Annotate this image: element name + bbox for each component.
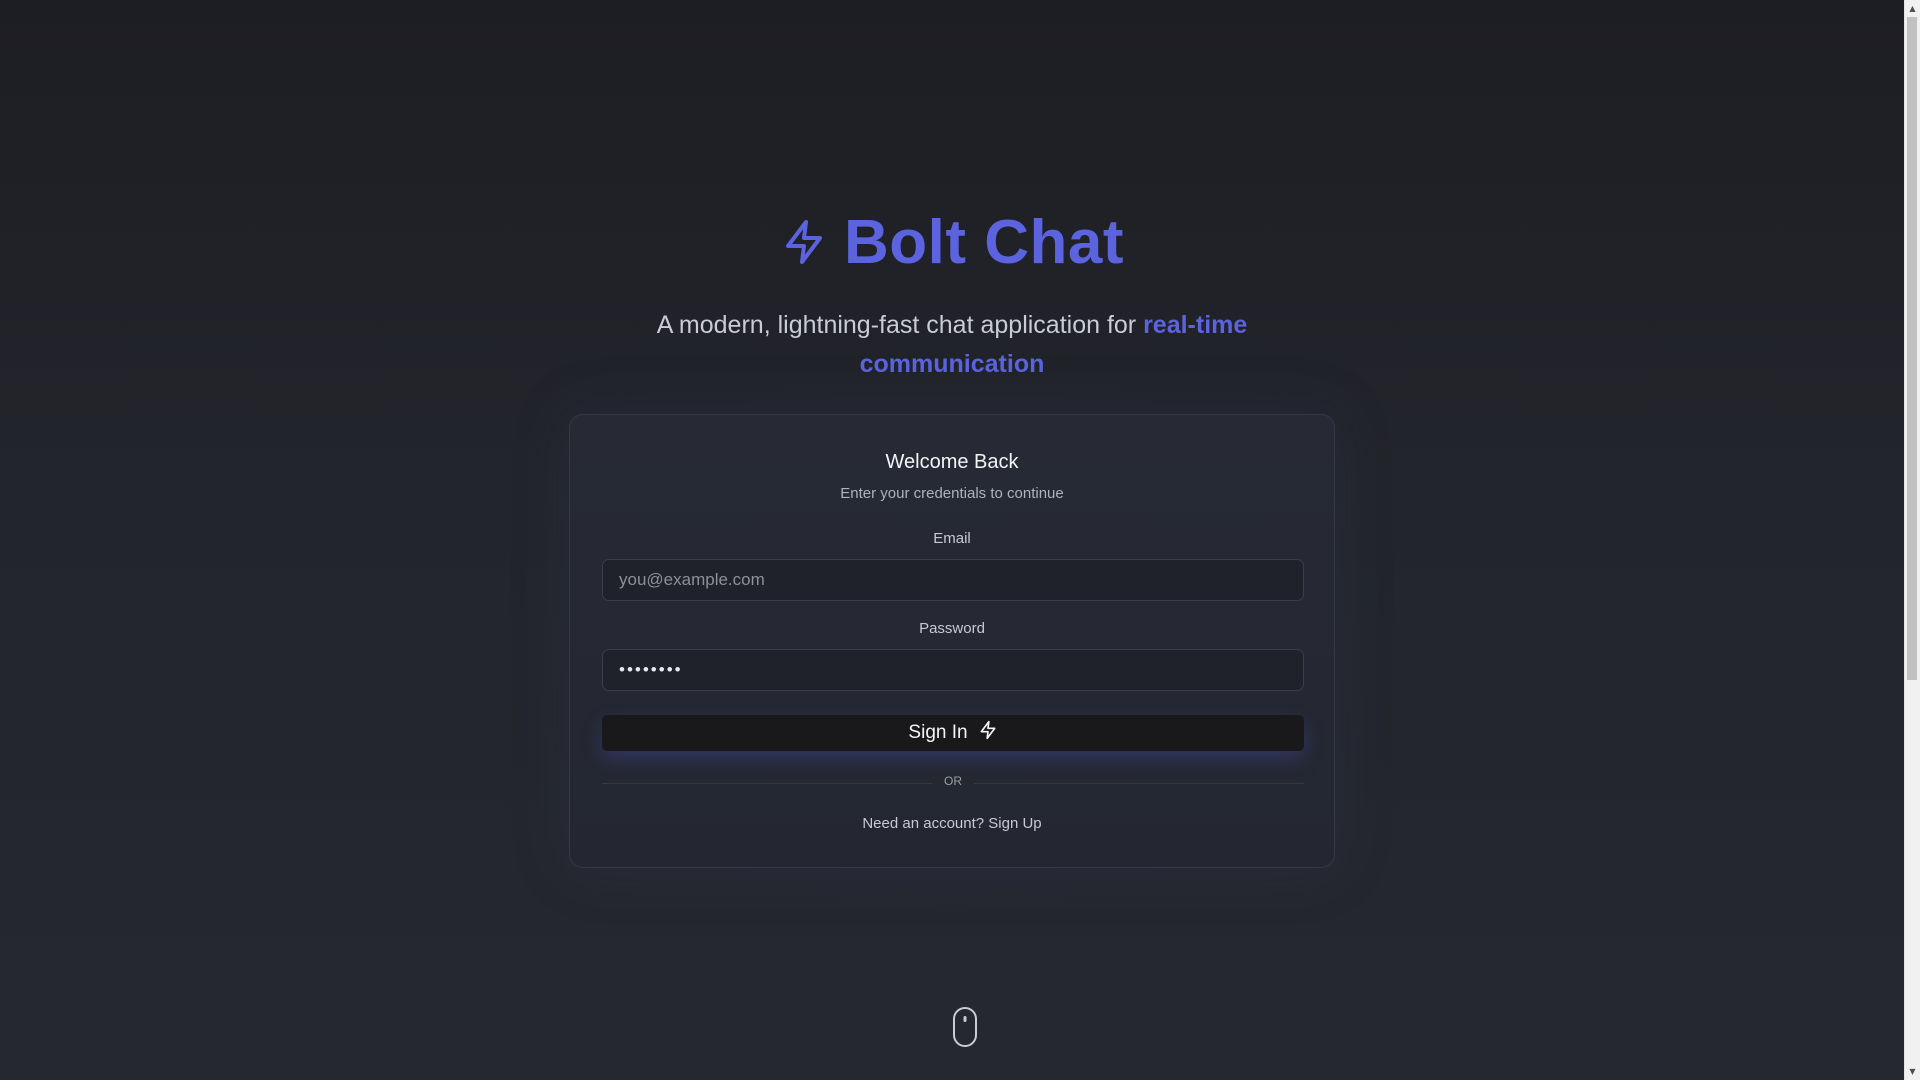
divider-text: OR xyxy=(932,774,974,788)
scrollbar-thumb[interactable] xyxy=(1907,17,1917,680)
email-field[interactable] xyxy=(602,559,1304,601)
mouse-scroll-icon xyxy=(952,1006,978,1053)
brand-header: Bolt Chat xyxy=(0,200,1904,284)
card-title: Welcome Back xyxy=(885,451,1019,473)
password-label: Password xyxy=(919,620,985,637)
lightning-bolt-icon xyxy=(978,720,998,746)
hero-section: Bolt Chat A modern, lightning-fast chat … xyxy=(0,200,1904,384)
page-viewport: Bolt Chat A modern, lightning-fast chat … xyxy=(0,0,1904,1080)
scroll-down-arrow-icon[interactable]: ▼ xyxy=(1905,1063,1920,1080)
login-card: Welcome Back Enter your credentials to c… xyxy=(569,414,1335,868)
password-field[interactable] xyxy=(602,649,1304,691)
card-subtitle: Enter your credentials to continue xyxy=(840,485,1064,502)
sign-up-link[interactable]: Need an account? Sign Up xyxy=(570,815,1334,832)
sign-in-label: Sign In xyxy=(908,722,968,743)
sign-in-button[interactable]: Sign In xyxy=(602,715,1304,751)
app-title: Bolt Chat xyxy=(843,207,1125,277)
scroll-up-arrow-icon[interactable]: ▲ xyxy=(1905,0,1920,17)
or-divider: OR xyxy=(602,773,1304,793)
tagline-text: A modern, lightning-fast chat applicatio… xyxy=(656,311,1144,339)
vertical-scrollbar[interactable]: ▲ ▼ xyxy=(1904,0,1920,1080)
lightning-bolt-icon xyxy=(780,218,828,266)
tagline: A modern, lightning-fast chat applicatio… xyxy=(622,306,1282,384)
email-label: Email xyxy=(933,530,971,547)
